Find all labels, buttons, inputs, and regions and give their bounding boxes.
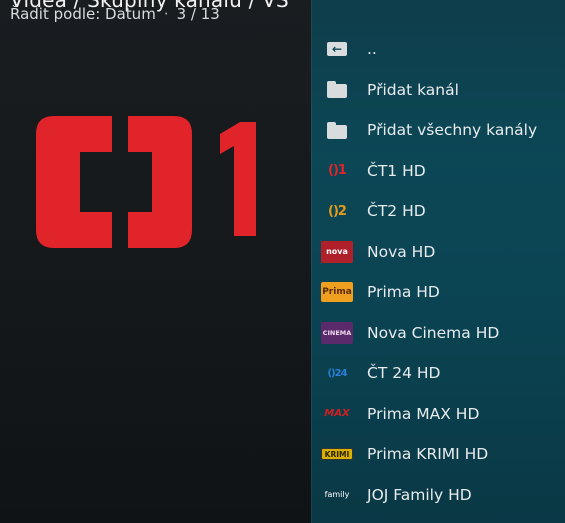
list-item-ct24[interactable]: ()24 ČT 24 HD	[311, 353, 565, 394]
list-item-label: Nova HD	[367, 242, 436, 261]
list-item-label: Přidat kanál	[367, 80, 459, 99]
list-item-label: ..	[367, 40, 377, 59]
item-position: 3 / 13	[176, 5, 220, 23]
ct1-large-logo	[36, 116, 256, 248]
preview-pane: Videa / Skupiny kanálů / VŠ Řadit podle:…	[0, 0, 311, 523]
prima-logo-icon: Prima	[321, 281, 353, 303]
channel-list: ← .. Přidat kanál Přidat všechny kanály …	[311, 29, 565, 515]
list-item-add-channel[interactable]: Přidat kanál	[311, 70, 565, 111]
list-item-label: Prima HD	[367, 283, 440, 302]
list-item-nova-cinema[interactable]: CINEMA Nova Cinema HD	[311, 313, 565, 354]
sort-info: Řadit podle: Datum · 3 / 13	[10, 5, 220, 23]
list-item-prima[interactable]: Prima Prima HD	[311, 272, 565, 313]
list-item-label: Prima MAX HD	[367, 404, 480, 423]
back-folder-icon: ←	[321, 38, 353, 60]
list-item-prima-max[interactable]: MAX Prima MAX HD	[311, 394, 565, 435]
sort-separator: ·	[163, 5, 169, 23]
list-item-add-all-channels[interactable]: Přidat všechny kanály	[311, 110, 565, 151]
list-item-label: JOJ Family HD	[367, 485, 472, 504]
file-list-pane: ← .. Přidat kanál Přidat všechny kanály …	[311, 0, 565, 523]
list-item-joj-family[interactable]: family JOJ Family HD	[311, 475, 565, 516]
list-item-label: ČT 24 HD	[367, 364, 441, 383]
list-item-label: Přidat všechny kanály	[367, 121, 538, 140]
nova-logo-icon: nova	[321, 240, 353, 263]
folder-icon	[321, 79, 353, 101]
list-item-prima-krimi[interactable]: KRIMI Prima KRIMI HD	[311, 434, 565, 475]
sort-label[interactable]: Řadit podle: Datum	[10, 5, 156, 23]
prima-krimi-logo-icon: KRIMI	[321, 443, 353, 465]
list-item-label: ČT2 HD	[367, 202, 426, 221]
list-item-ct2[interactable]: ()2 ČT2 HD	[311, 191, 565, 232]
list-item-ct1[interactable]: ()1 ČT1 HD	[311, 151, 565, 192]
ct2-logo-icon: ()2	[328, 203, 347, 219]
ct24-logo-icon: ()24	[327, 367, 347, 379]
list-item-label: Prima KRIMI HD	[367, 445, 489, 464]
list-item-parent[interactable]: ← ..	[311, 29, 565, 70]
nova-cinema-logo-icon: CINEMA	[321, 321, 353, 344]
prima-max-logo-icon: MAX	[324, 408, 350, 420]
list-item-label: Nova Cinema HD	[367, 323, 500, 342]
list-item-nova[interactable]: nova Nova HD	[311, 232, 565, 273]
ct1-logo-icon: ()1	[328, 163, 347, 179]
folder-icon	[321, 119, 353, 141]
joj-family-logo-icon: family	[324, 490, 350, 500]
list-item-label: ČT1 HD	[367, 161, 426, 180]
